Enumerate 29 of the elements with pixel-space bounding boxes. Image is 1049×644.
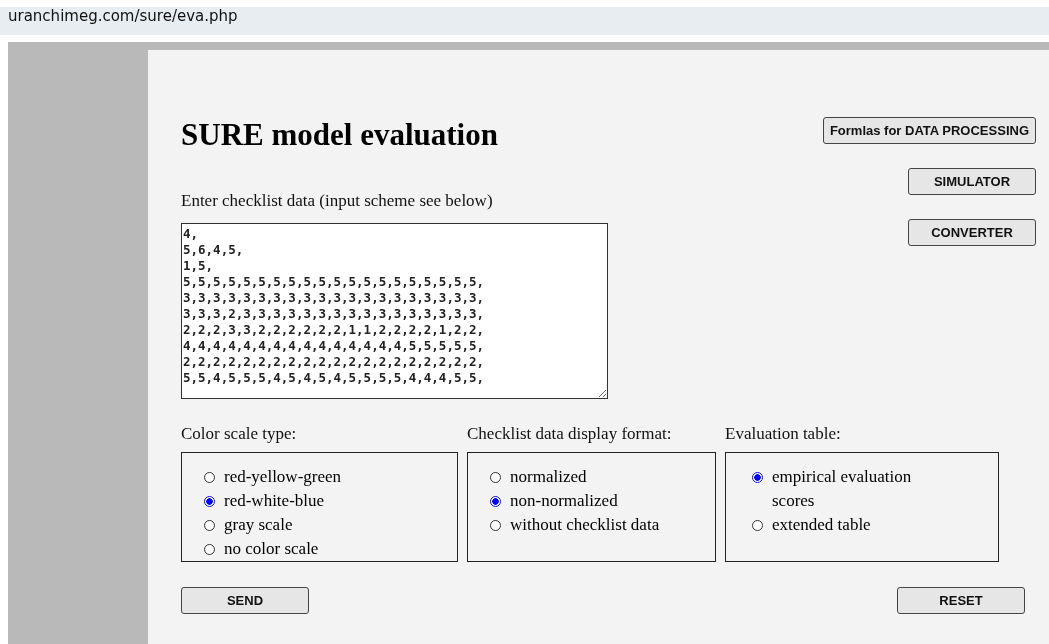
page-title: SURE model evaluation <box>181 117 499 153</box>
radio-button[interactable] <box>490 496 501 507</box>
send-button[interactable]: SEND <box>181 587 309 614</box>
url-text: uranchimeg.com/sure/eva.php <box>8 6 238 27</box>
radio-button[interactable] <box>490 472 501 483</box>
option-label: normalized <box>510 466 587 488</box>
option-label: red-yellow-green <box>224 466 342 488</box>
radio-button[interactable] <box>752 520 763 531</box>
group-label: Color scale type: <box>181 424 298 444</box>
group-label: Checklist data display format: <box>467 424 673 444</box>
nav-button[interactable]: SIMULATOR <box>908 168 1036 195</box>
nav-button[interactable]: Formlas for DATA PROCESSING <box>822 117 1036 144</box>
option-label: gray scale <box>224 514 293 536</box>
radio-button[interactable] <box>204 520 215 531</box>
option-label: red-white-blue <box>224 490 325 512</box>
option-label: extended table <box>772 514 871 536</box>
checklist-label: Enter checklist data (input scheme see below) <box>181 191 494 211</box>
radio-button[interactable] <box>204 496 215 507</box>
radio-button[interactable] <box>490 520 501 531</box>
radio-button[interactable] <box>204 472 215 483</box>
option-label: no color scale <box>224 538 319 560</box>
radio-button[interactable] <box>752 472 763 483</box>
option-label: without checklist data <box>510 514 660 536</box>
nav-button[interactable]: CONVERTER <box>908 219 1036 246</box>
group-label: Evaluation table: <box>725 424 842 444</box>
reset-button[interactable]: RESET <box>897 587 1025 614</box>
checklist-textarea[interactable]: 4, 5,6,4,5, 1,5, 5,5,5,5,5,5,5,5,5,5,5,5,5,5,5,5,5,5,5,5, 3,3,3,3,3,3,3,3,3,3,3,3,3,3,3,3,3,3,3,3, 3,3,3,2,3,3,3,3,3,3,3,3,3,3,3,3,3,3,3,3, 2,2,2,3,3,2,2,2,2,2,2,1,1,2,2,2,2,1,2,2, 4,4,4,4,4,4,4,4,4,4,4,4,4,4,4,5,5,5,5,5, 2,2,2,2,2,2,2,2,2,2,2,2,2,2,2,2,2,2,2,2, 5,5,4,5,5,5,4,5,4,5,4,5,5,5,5,4,4,4,5,5, <box>181 223 608 399</box>
radio-button[interactable] <box>204 544 215 555</box>
option-label: non-normalized <box>510 490 618 512</box>
